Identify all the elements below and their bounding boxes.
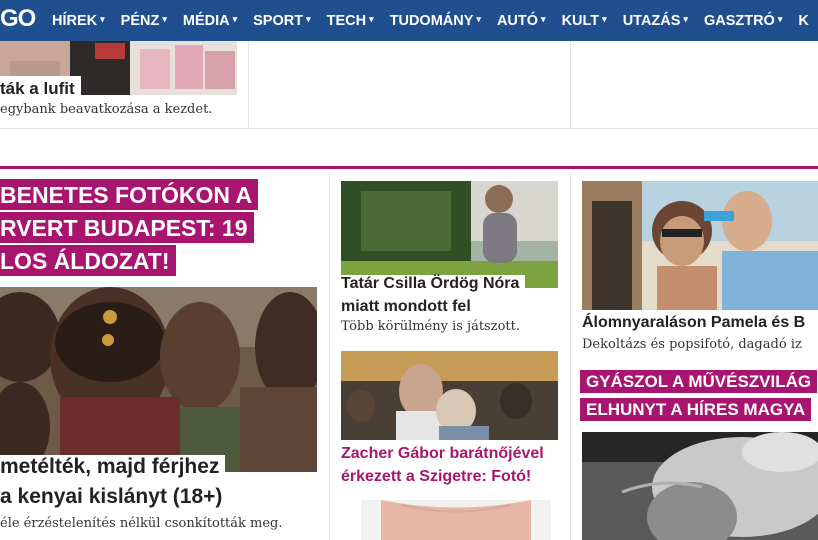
feature-banner[interactable]: BENETES FOTÓKON A RVERT BUDAPEST: 19 LOS… bbox=[0, 179, 320, 276]
chevron-down-icon: ▾ bbox=[683, 14, 688, 24]
nav-item-penz[interactable]: PÉNZ ▾ bbox=[121, 13, 167, 29]
article-image-zacher[interactable] bbox=[341, 351, 558, 440]
nav-menu: HÍREK ▾ PÉNZ ▾ MÉDIA ▾ SPORT ▾ TECH ▾ TUDOMÁN… bbox=[52, 0, 818, 41]
chevron-down-icon: ▾ bbox=[476, 14, 481, 24]
chevron-down-icon: ▾ bbox=[777, 14, 783, 24]
nav-item-kult[interactable]: KULT ▾ bbox=[562, 13, 607, 29]
nav-item-tudomany[interactable]: TUDOMÁNY ▾ bbox=[390, 13, 481, 29]
right-banner[interactable]: GYÁSZOL A MŰVÉSZVILÁG ELHUNYT A HÍRES MA… bbox=[580, 369, 818, 422]
nav-item-more[interactable]: K bbox=[798, 13, 808, 29]
feature-image[interactable] bbox=[0, 287, 317, 472]
feature-title[interactable]: metélték, majd férjhez a kenyai kislányt… bbox=[0, 452, 229, 512]
nav-item-sport[interactable]: SPORT ▾ bbox=[253, 13, 310, 29]
chevron-down-icon: ▾ bbox=[602, 14, 607, 24]
nav-item-gasztro[interactable]: GASZTRÓ ▾ bbox=[704, 13, 782, 29]
chevron-down-icon: ▾ bbox=[306, 14, 311, 24]
nav-item-utazas[interactable]: UTAZÁS ▾ bbox=[623, 13, 688, 29]
article-title-zacher[interactable]: Zacher Gábor barátnőjével érkezett a Szi… bbox=[341, 442, 544, 488]
row-divider bbox=[0, 128, 818, 129]
nav-item-auto[interactable]: AUTÓ ▾ bbox=[497, 13, 546, 29]
article-title-pamela[interactable]: Álomnyaraláson Pamela és B bbox=[582, 312, 805, 334]
nav-item-media[interactable]: MÉDIA ▾ bbox=[183, 13, 237, 29]
main-navigation: GO HÍREK ▾ PÉNZ ▾ MÉDIA ▾ SPORT ▾ TECH ▾ TUDO… bbox=[0, 0, 818, 41]
section-divider bbox=[0, 166, 818, 169]
chevron-down-icon: ▾ bbox=[162, 14, 167, 24]
chevron-down-icon: ▾ bbox=[100, 14, 105, 24]
article-image-bw[interactable] bbox=[582, 432, 818, 540]
article-title[interactable]: ták a lufit bbox=[0, 76, 81, 100]
site-logo[interactable]: GO bbox=[0, 7, 36, 31]
column-divider bbox=[570, 41, 571, 128]
feature-lead: éle érzéstelenítés nélkül csonkították m… bbox=[0, 516, 283, 531]
column-divider bbox=[329, 172, 330, 540]
nav-item-tech[interactable]: TECH ▾ bbox=[327, 13, 374, 29]
chevron-down-icon: ▾ bbox=[369, 14, 374, 24]
article-image-bottom[interactable] bbox=[361, 500, 551, 540]
article-lead: egybank beavatkozása a kezdet. bbox=[0, 102, 213, 117]
article-lead-tatar: Több körülmény is játszott. bbox=[341, 319, 520, 334]
article-title-tatar[interactable]: Tatár Csilla Ördög Nóra miatt mondott fe… bbox=[341, 272, 526, 318]
article-lead-pamela: Dekoltázs és popsifotó, dagadó iz bbox=[582, 337, 802, 352]
column-divider bbox=[248, 41, 249, 128]
chevron-down-icon: ▾ bbox=[541, 14, 546, 24]
nav-item-hirek[interactable]: HÍREK ▾ bbox=[52, 13, 105, 29]
chevron-down-icon: ▾ bbox=[232, 14, 238, 24]
column-divider bbox=[570, 172, 571, 540]
article-image-pamela[interactable] bbox=[582, 181, 818, 310]
